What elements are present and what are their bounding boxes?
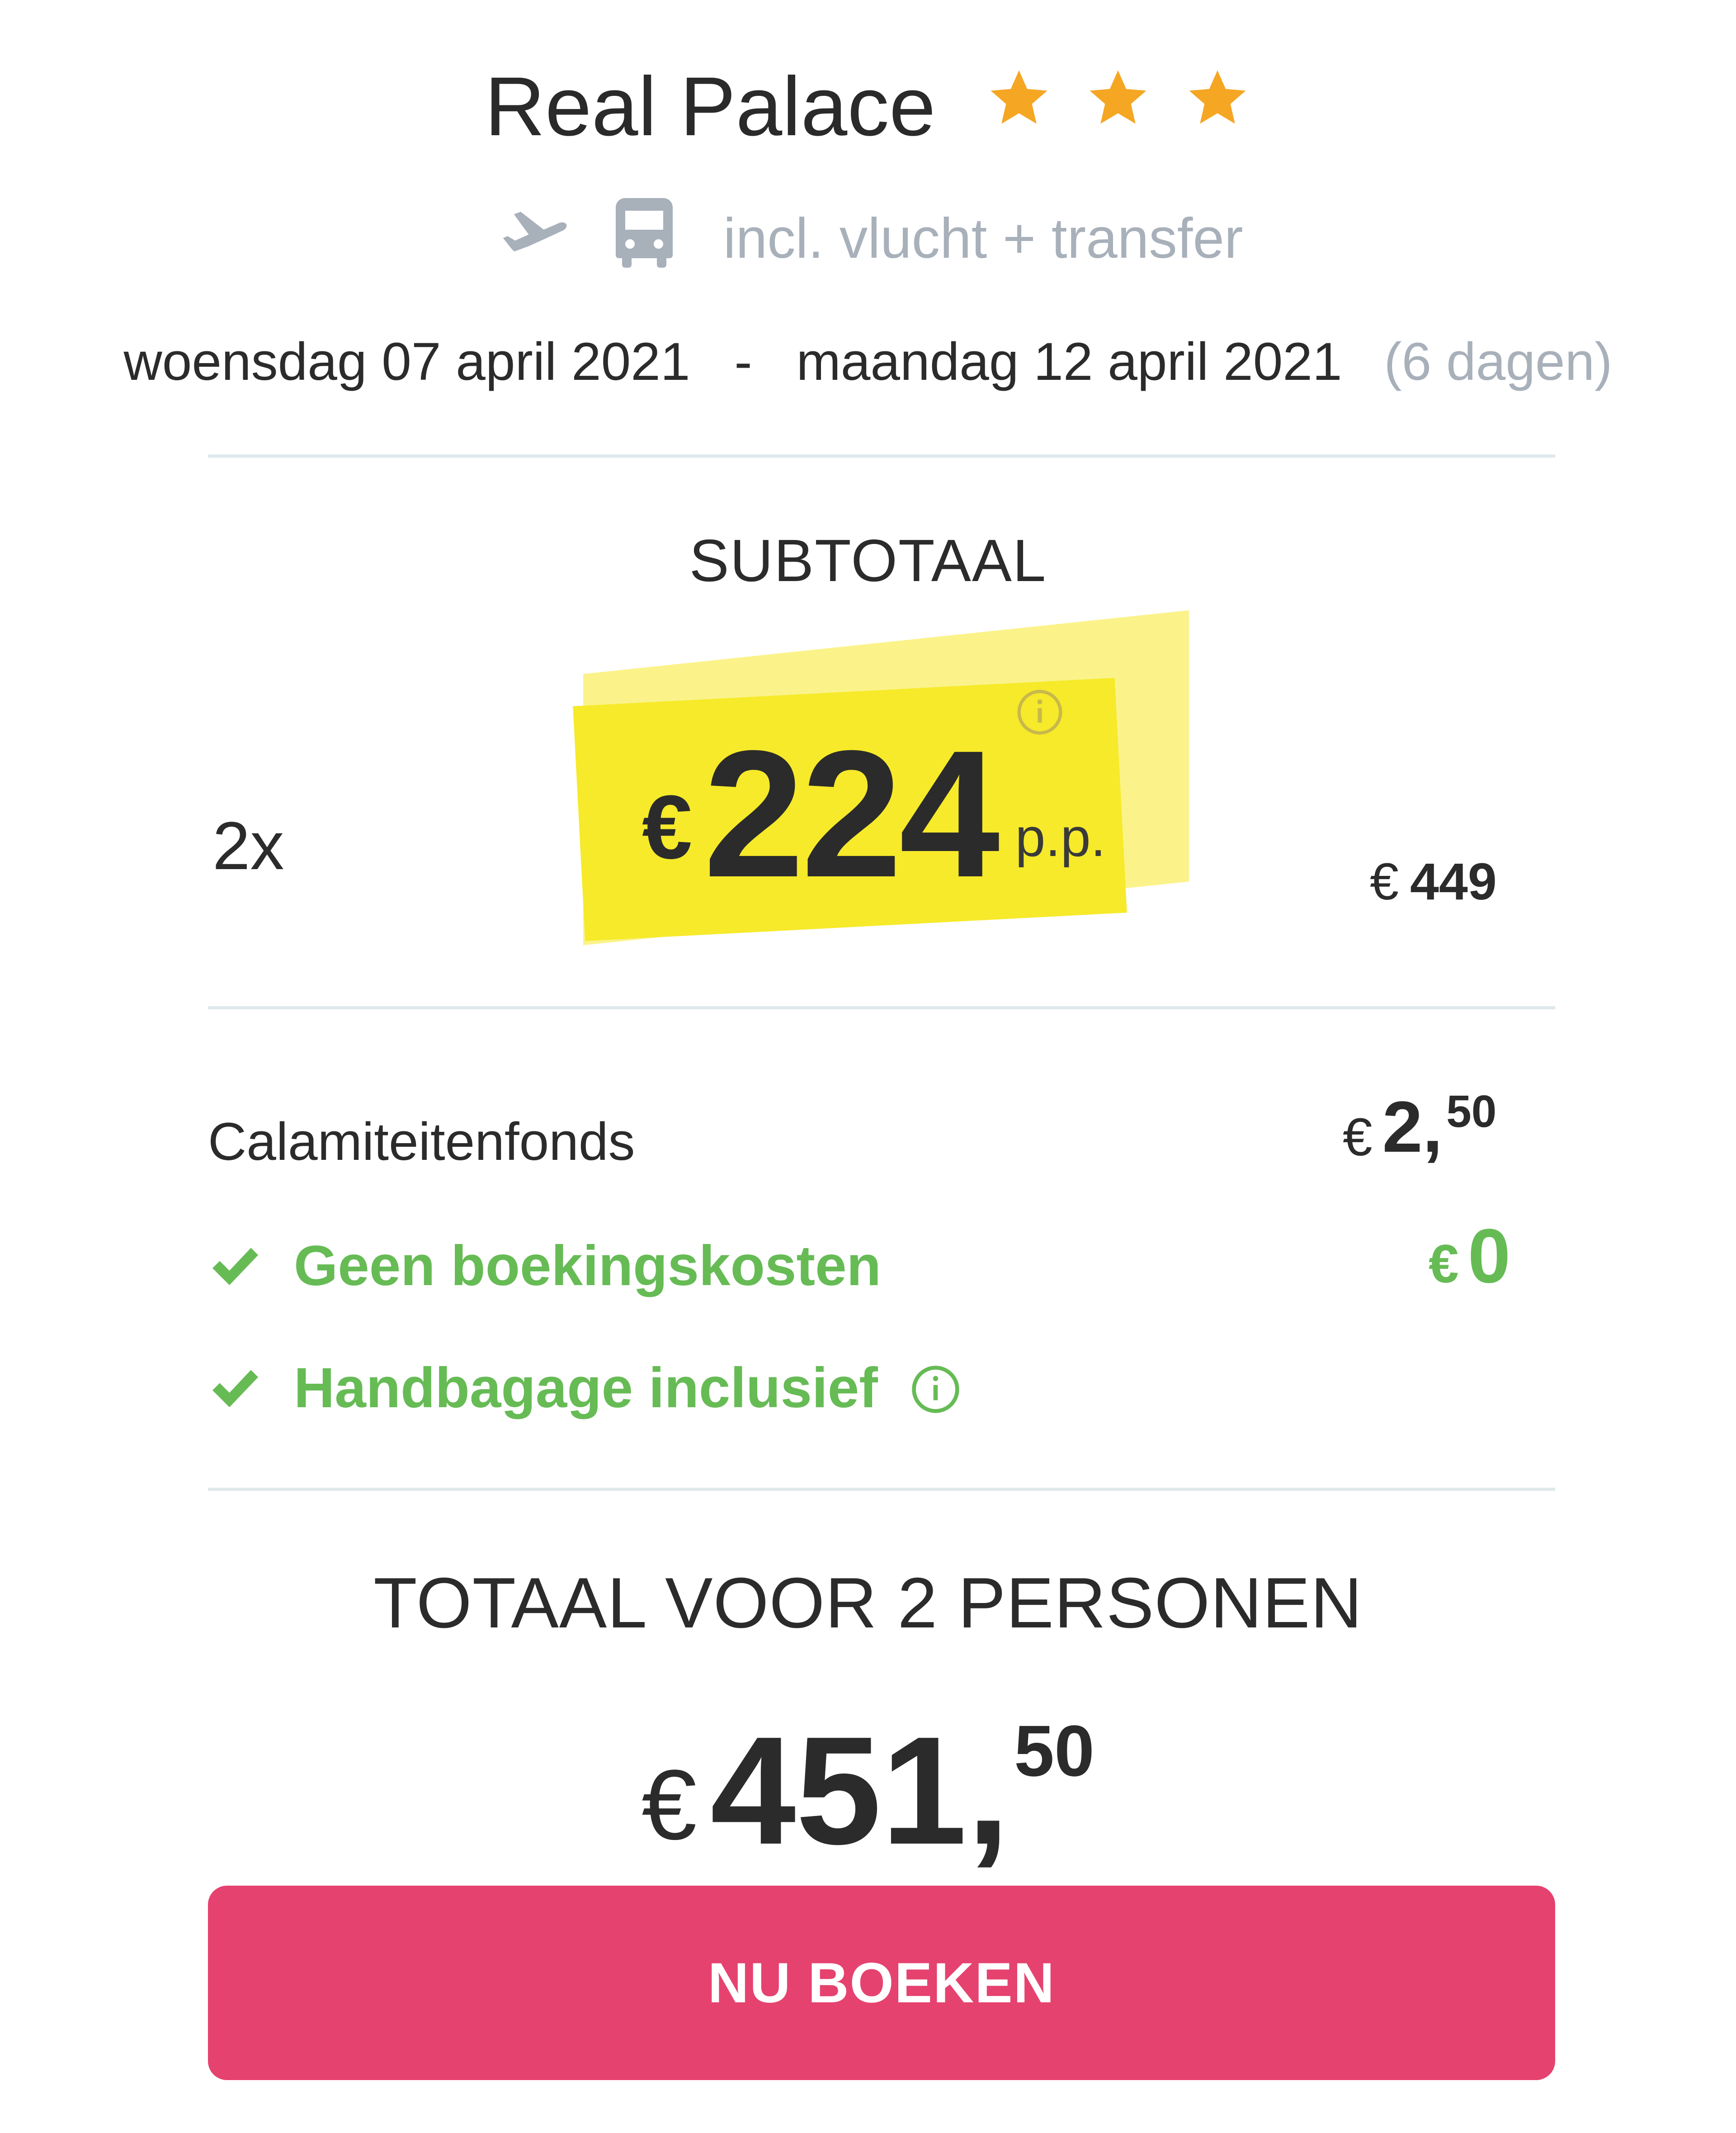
subtotal-heading: SUBTOTAAL — [689, 527, 1047, 594]
includes-text: incl. vlucht + transfer — [723, 207, 1243, 270]
bus-icon — [616, 198, 673, 268]
calamity-fund-label: Calamiteitenfonds — [208, 1112, 635, 1172]
currency-symbol: € — [1370, 853, 1399, 911]
star-icon — [1090, 70, 1146, 124]
calamity-fund-price: €2,50 — [1343, 1085, 1496, 1168]
booking-costs-value: 0 — [1467, 1213, 1511, 1299]
start-date: woensdag 07 april 2021 — [123, 332, 690, 392]
currency-symbol: € — [641, 1749, 697, 1860]
subtotal-line-total: €449 — [1370, 850, 1497, 913]
checkmark-icon — [212, 1370, 258, 1407]
total-heading: TOTAAL VOOR 2 PERSONEN — [373, 1563, 1363, 1643]
checkmark-icon — [212, 1248, 258, 1285]
includes-row: incl. vlucht + transfer — [0, 194, 1736, 275]
book-now-button[interactable]: NU BOEKEN — [208, 1886, 1555, 2080]
perk-hand-luggage: Handbagage inclusief — [208, 1352, 962, 1424]
currency-symbol: € — [1429, 1234, 1459, 1294]
divider — [208, 1006, 1555, 1009]
price-per-person: €224 p.p. — [642, 724, 1106, 904]
star-icon — [1189, 70, 1246, 124]
price-amount: 224 — [703, 713, 1000, 915]
currency-symbol: € — [642, 777, 693, 878]
total-dec: 50 — [1014, 1710, 1095, 1791]
calamity-fund-int: 2, — [1382, 1086, 1443, 1167]
total-int: 451, — [710, 1705, 1010, 1877]
star-rating — [977, 54, 1251, 154]
per-person-suffix: p.p. — [1015, 807, 1106, 868]
end-date: maandag 12 april 2021 — [796, 332, 1342, 392]
travel-dates: woensdag 07 april 2021 - maandag 12 apri… — [0, 326, 1736, 398]
trip-duration: (6 dagen) — [1384, 332, 1613, 392]
hand-luggage-label: Handbagage inclusief — [294, 1357, 878, 1419]
booking-costs-price: €0 — [1429, 1212, 1510, 1301]
plane-icon — [503, 212, 567, 252]
price-info-icon[interactable] — [1015, 687, 1065, 737]
divider — [208, 454, 1555, 458]
hotel-name: Real Palace — [485, 60, 936, 153]
traveller-quantity: 2x — [212, 808, 284, 884]
info-icon[interactable] — [910, 1363, 962, 1415]
calamity-fund-dec: 50 — [1446, 1086, 1497, 1137]
divider — [208, 1488, 1555, 1491]
line-total-amount: 449 — [1410, 853, 1497, 911]
currency-symbol: € — [1343, 1107, 1373, 1167]
total-price: €451,50 — [0, 1709, 1736, 1868]
booking-costs-label: Geen boekingskosten — [294, 1234, 881, 1297]
hotel-title-row: Real Palace — [0, 54, 1736, 156]
star-icon — [991, 70, 1047, 124]
perk-no-booking-costs: Geen boekingskosten — [208, 1230, 881, 1302]
date-separator: - — [734, 332, 752, 392]
